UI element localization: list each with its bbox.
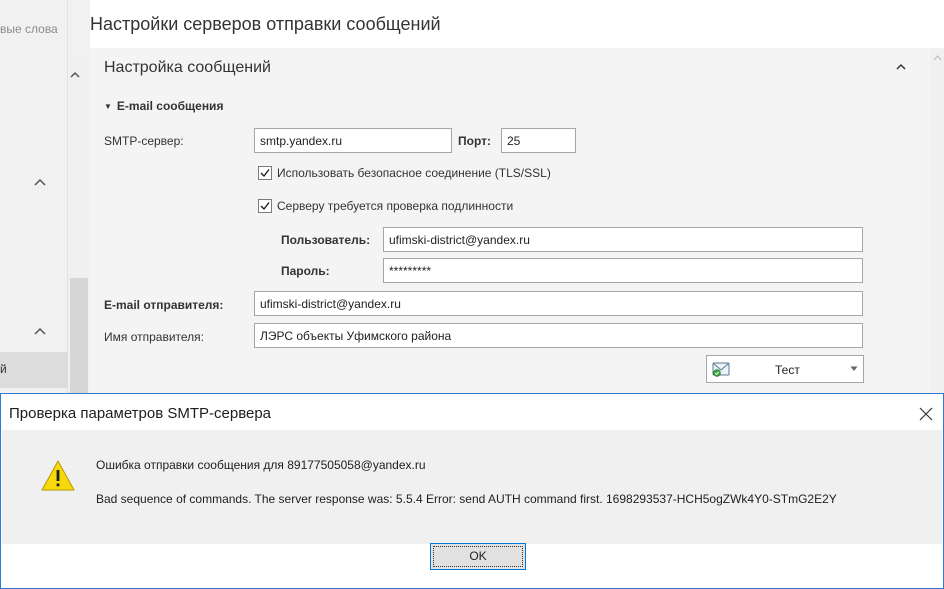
password-label: Пароль: (281, 264, 330, 278)
close-icon[interactable] (916, 404, 936, 424)
dialog-body (2, 430, 942, 544)
port-label: Порт: (458, 134, 491, 148)
sender-email-label: E-mail отправителя: (104, 298, 224, 312)
auth-checkbox-label: Серверу требуется проверка подлинности (277, 199, 514, 213)
envelope-icon (712, 362, 730, 377)
chevron-up-icon[interactable] (33, 326, 47, 336)
scroll-up-icon[interactable] (933, 54, 942, 61)
sender-email-input[interactable]: ufimski-district@yandex.ru (254, 291, 863, 316)
checkmark-icon (260, 202, 270, 211)
port-input[interactable]: 25 (501, 128, 576, 153)
dialog-error-message: Ошибка отправки сообщения для 8917750505… (96, 458, 426, 472)
page-title: Настройки серверов отправки сообщений (90, 14, 441, 34)
username-label: Пользователь: (281, 233, 371, 247)
sender-name-input[interactable]: ЛЭРС объекты Уфимского района (254, 323, 863, 348)
checkmark-icon (260, 169, 270, 178)
password-input[interactable]: ********* (383, 258, 863, 283)
collapse-section-icon[interactable] (895, 62, 907, 72)
auth-checkbox[interactable] (258, 199, 272, 213)
triangle-down-icon: ▼ (104, 102, 112, 111)
sender-name-label: Имя отправителя: (104, 330, 205, 344)
left-nav-selected-item[interactable]: й (0, 352, 68, 388)
dropdown-arrow-icon[interactable] (850, 366, 858, 372)
email-group-header[interactable]: ▼ E-mail сообщения (104, 99, 223, 113)
left-nav-selected-label: й (0, 362, 7, 376)
section-title: Настройка сообщений (104, 59, 271, 76)
right-scrollbar[interactable] (930, 48, 944, 393)
chevron-up-icon[interactable] (69, 70, 81, 80)
chevron-up-icon[interactable] (33, 177, 47, 187)
ok-button[interactable]: OK (430, 543, 526, 570)
ssl-checkbox-row[interactable]: Использовать безопасное соединение (TLS/… (258, 165, 598, 183)
dialog-title: Проверка параметров SMTP-сервера (9, 405, 272, 422)
test-button-label: Тест (775, 363, 800, 377)
ssl-checkbox[interactable] (258, 166, 272, 180)
dialog-server-response: Bad sequence of commands. The server res… (96, 492, 837, 506)
test-button[interactable]: Тест (706, 355, 864, 383)
auth-checkbox-row[interactable]: Серверу требуется проверка подлинности (258, 198, 598, 216)
left-nav-keywords-label[interactable]: вые слова (0, 22, 58, 36)
email-group-title: E-mail сообщения (116, 99, 224, 113)
smtp-server-label: SMTP-сервер: (104, 134, 184, 148)
left-scrollbar-thumb[interactable] (70, 278, 88, 394)
ssl-checkbox-label: Использовать безопасное соединение (TLS/… (277, 166, 551, 180)
smtp-server-input[interactable]: smtp.yandex.ru (254, 128, 452, 153)
ok-button-label: OK (433, 546, 523, 567)
warning-icon (41, 459, 75, 491)
username-input[interactable]: ufimski-district@yandex.ru (383, 227, 863, 252)
